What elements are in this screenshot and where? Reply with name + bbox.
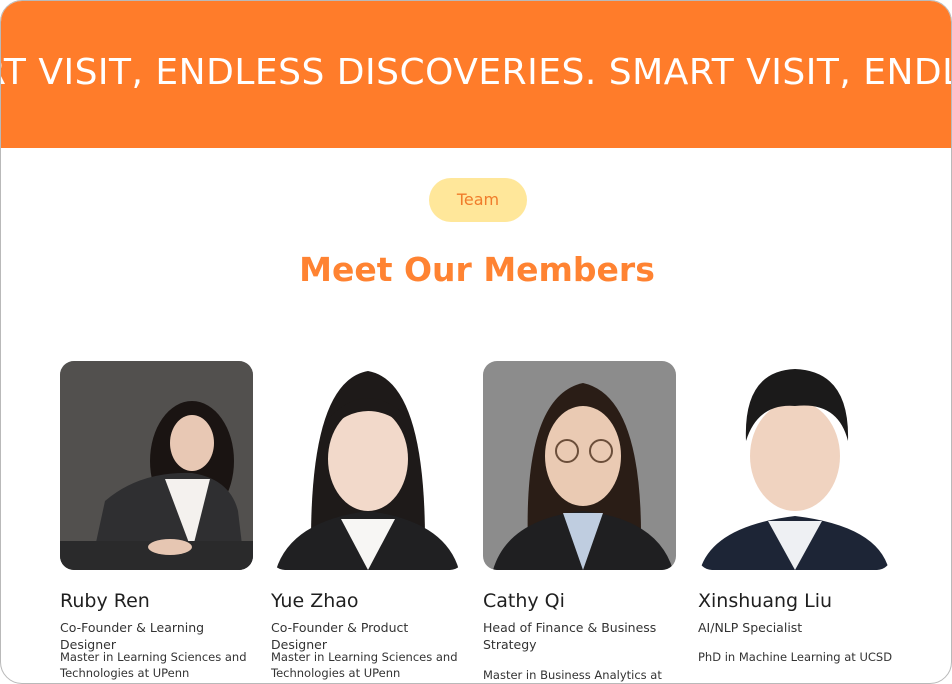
page-frame: RT VISIT, ENDLESS DISCOVERIES. SMART VIS… bbox=[0, 0, 952, 684]
member-education: Master in Business Analytics at bbox=[483, 668, 662, 682]
member-name: Ruby Ren bbox=[60, 590, 150, 612]
member-role: Head of Finance & Business Strategy bbox=[483, 620, 657, 652]
member-role: AI/NLP Specialist bbox=[698, 620, 803, 635]
member-role: Co-Founder & Product Designer bbox=[271, 620, 409, 652]
member-photo bbox=[483, 361, 676, 570]
member-name: Cathy Qi bbox=[483, 590, 565, 612]
member-name: Xinshuang Liu bbox=[698, 590, 833, 612]
marquee-banner: RT VISIT, ENDLESS DISCOVERIES. SMART VIS… bbox=[1, 1, 951, 148]
section-title: Meet Our Members bbox=[299, 250, 655, 289]
member-photo bbox=[271, 361, 464, 570]
member-education: Master in Learning Sciences and Technolo… bbox=[271, 650, 458, 680]
member-photo bbox=[60, 361, 253, 570]
team-badge: Team bbox=[429, 178, 527, 222]
marquee-text: RT VISIT, ENDLESS DISCOVERIES. SMART VIS… bbox=[1, 52, 951, 93]
member-role: Co-Founder & Learning Designer bbox=[60, 620, 205, 652]
member-education: Master in Learning Sciences and Technolo… bbox=[60, 650, 247, 680]
member-photo bbox=[698, 361, 891, 570]
member-name: Yue Zhao bbox=[271, 590, 359, 612]
member-education: PhD in Machine Learning at UCSD bbox=[698, 650, 893, 664]
